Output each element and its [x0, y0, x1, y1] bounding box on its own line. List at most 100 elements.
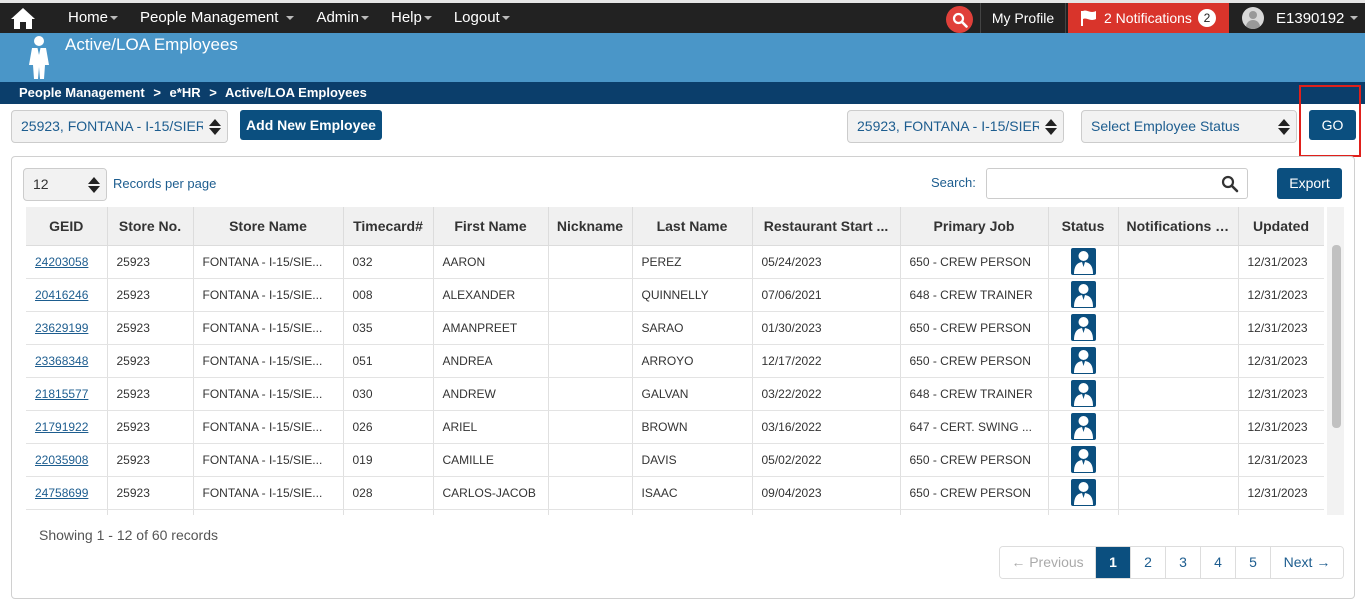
cell-status[interactable]: [1048, 476, 1119, 510]
nav-home-label: Home: [68, 9, 109, 26]
cell-store-name: FONTANA - I-15/SIE...: [193, 443, 344, 477]
page-button-2[interactable]: 2: [1131, 547, 1166, 578]
employee-status-icon[interactable]: [1070, 248, 1096, 275]
next-page-button[interactable]: Next →: [1271, 547, 1343, 578]
cell-updated: 12/31/2023: [1238, 410, 1324, 444]
global-search-button[interactable]: [946, 6, 973, 33]
column-header[interactable]: Updated: [1238, 207, 1324, 246]
employee-status-icon[interactable]: [1070, 347, 1096, 374]
table-row[interactable]: 21791922 25923 FONTANA - I-15/SIE... 026 ARI…: [26, 410, 1324, 444]
cell-geid[interactable]: 24758699: [26, 476, 108, 510]
table-row[interactable]: 24758699 25923 FONTANA - I-15/SIE... 028 CAR…: [26, 476, 1324, 510]
add-new-employee-button[interactable]: Add New Employee: [240, 110, 382, 140]
cell-geid[interactable]: 22035908: [26, 443, 108, 477]
cell-geid[interactable]: 20416246: [26, 278, 108, 312]
breadcrumb-people-management[interactable]: People Management: [19, 85, 145, 100]
cell-store-no: 25923: [107, 245, 194, 279]
page-button-3[interactable]: 3: [1166, 547, 1201, 578]
nav-admin[interactable]: Admin: [308, 3, 377, 33]
cell-nickname: [548, 344, 633, 378]
table-row[interactable]: 24203058 25923 FONTANA - I-15/SIE... 032 AAR…: [26, 245, 1324, 279]
employee-status-icon[interactable]: [1070, 314, 1096, 341]
cell-primary-job: 650 - CREW PERSON: [900, 245, 1049, 279]
table-row[interactable]: 21815577 25923 FONTANA - I-15/SIE... 030 AND…: [26, 377, 1324, 411]
user-menu[interactable]: E1390192: [1230, 3, 1365, 33]
cell-primary-job: 648 - CREW TRAINER: [900, 377, 1049, 411]
column-header[interactable]: Last Name: [632, 207, 753, 246]
cell-store-no: 25923: [107, 311, 194, 345]
cell-primary-job: 650 - CREW PERSON: [900, 476, 1049, 510]
my-profile-link[interactable]: My Profile: [980, 3, 1066, 33]
cell-geid[interactable]: [26, 509, 108, 515]
column-header[interactable]: Store Name: [193, 207, 344, 246]
cell-last-name: GALVAN: [632, 377, 753, 411]
table-header-row: GEID Store No. Store Name Timecard# Firs…: [26, 207, 1324, 246]
column-header[interactable]: Nickname: [548, 207, 633, 246]
cell-nickname: [548, 509, 633, 515]
employee-status-select[interactable]: Select Employee Status: [1081, 110, 1297, 143]
cell-geid[interactable]: 21815577: [26, 377, 108, 411]
nav-home[interactable]: Home: [60, 3, 126, 33]
cell-status[interactable]: [1048, 443, 1119, 477]
cell-geid[interactable]: 24203058: [26, 245, 108, 279]
cell-notifications: [1118, 410, 1239, 444]
cell-updated: 12/31/2023: [1238, 443, 1324, 477]
notifications-button[interactable]: 2 Notifications 2: [1068, 3, 1229, 33]
cell-nickname: [548, 410, 633, 444]
scrollbar-thumb[interactable]: [1332, 245, 1341, 428]
breadcrumb-ehr[interactable]: e*HR: [170, 85, 201, 100]
cell-status[interactable]: [1048, 344, 1119, 378]
column-header[interactable]: Notifications (0): [1118, 207, 1239, 246]
employee-status-icon[interactable]: [1070, 380, 1096, 407]
column-header[interactable]: First Name: [433, 207, 549, 246]
chevron-down-icon: [501, 16, 510, 20]
employee-status-icon[interactable]: [1070, 413, 1096, 440]
column-header[interactable]: Timecard#: [343, 207, 434, 246]
cell-geid[interactable]: 21791922: [26, 410, 108, 444]
cell-geid[interactable]: 23368348: [26, 344, 108, 378]
store-select-right[interactable]: 25923, FONTANA - I-15/SIERRA: [847, 110, 1064, 143]
nav-help[interactable]: Help: [383, 3, 440, 33]
cell-updated: 12/31/2023: [1238, 476, 1324, 510]
cell-restaurant-start: 03/22/2022: [752, 377, 901, 411]
store-select-left[interactable]: 25923, FONTANA - I-15/SIERRA: [11, 110, 228, 143]
employee-status-icon[interactable]: [1070, 479, 1096, 506]
cell-geid[interactable]: 23629199: [26, 311, 108, 345]
home-icon[interactable]: [10, 6, 36, 30]
cell-last-name: BROWN: [632, 410, 753, 444]
column-header[interactable]: Store No.: [107, 207, 194, 246]
page-button-1[interactable]: 1: [1096, 547, 1131, 578]
table-scrollbar[interactable]: [1327, 207, 1344, 515]
table-row[interactable]: [26, 509, 1324, 515]
column-header[interactable]: GEID: [26, 207, 108, 246]
table-row[interactable]: 23368348 25923 FONTANA - I-15/SIE... 051 AND…: [26, 344, 1324, 378]
column-header[interactable]: Status: [1048, 207, 1119, 246]
cell-status[interactable]: [1048, 245, 1119, 279]
cell-status[interactable]: [1048, 278, 1119, 312]
cell-status[interactable]: [1048, 377, 1119, 411]
employee-status-icon[interactable]: [1070, 281, 1096, 308]
cell-updated: [1238, 509, 1324, 515]
cell-restaurant-start: [752, 509, 901, 515]
employee-status-icon[interactable]: [1070, 446, 1096, 473]
cell-status[interactable]: [1048, 311, 1119, 345]
records-per-page-select[interactable]: 12: [23, 168, 107, 201]
user-avatar-icon: [1242, 7, 1264, 29]
cell-store-name: FONTANA - I-15/SIE...: [193, 344, 344, 378]
page-button-4[interactable]: 4: [1201, 547, 1236, 578]
cell-status[interactable]: [1048, 410, 1119, 444]
table-row[interactable]: 23629199 25923 FONTANA - I-15/SIE... 035 AMA…: [26, 311, 1324, 345]
export-button[interactable]: Export: [1277, 168, 1342, 199]
previous-page-button[interactable]: ← Previous: [1000, 547, 1096, 578]
column-header[interactable]: Restaurant Start ...: [752, 207, 901, 246]
select-spinner-icon: [203, 111, 227, 142]
nav-logout[interactable]: Logout: [446, 3, 518, 33]
column-header[interactable]: Primary Job: [900, 207, 1049, 246]
page-button-5[interactable]: 5: [1236, 547, 1271, 578]
cell-updated: 12/31/2023: [1238, 377, 1324, 411]
nav-people-management[interactable]: People Management: [132, 3, 302, 33]
table-row[interactable]: 22035908 25923 FONTANA - I-15/SIE... 019 CAM…: [26, 443, 1324, 477]
table-row[interactable]: 20416246 25923 FONTANA - I-15/SIE... 008 ALE…: [26, 278, 1324, 312]
table-search-input[interactable]: [986, 168, 1248, 199]
cell-primary-job: 647 - CERT. SWING ...: [900, 410, 1049, 444]
